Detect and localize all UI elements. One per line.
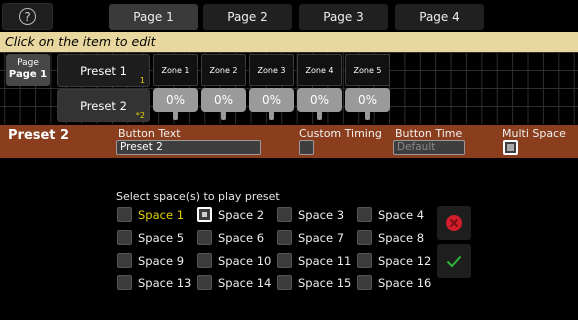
space-label: Space 6 (218, 230, 265, 245)
button-time-input[interactable]: Default (393, 140, 465, 155)
tab-page-2[interactable]: Page 2 (203, 4, 292, 30)
page-selector-button[interactable]: Page Page 1 (6, 54, 50, 86)
page-value: Page 1 (8, 69, 48, 80)
page-label: Page (17, 58, 39, 68)
space-label: Space 15 (298, 275, 352, 290)
space-label: Space 12 (378, 253, 432, 268)
zone-4-level[interactable]: 0% (297, 88, 342, 112)
preset-settings-bar (0, 125, 578, 158)
custom-timing-label: Custom Timing (299, 127, 382, 140)
preset-badge: *2 (135, 111, 145, 120)
space-label: Space 8 (378, 230, 425, 245)
space-label: Space 13 (138, 275, 192, 290)
space-item[interactable]: Space 12 (357, 253, 431, 268)
space-item[interactable]: Space 8 (357, 230, 424, 245)
zone-1-level[interactable]: 0% (153, 88, 198, 112)
zone-3-header[interactable]: Zone 3 (249, 54, 294, 86)
tab-page-4[interactable]: Page 4 (395, 4, 484, 30)
cancel-button[interactable] (437, 206, 471, 240)
space-label: Space 11 (298, 253, 352, 268)
multi-space-label: Multi Space (502, 127, 566, 140)
space-label: Space 10 (218, 253, 272, 268)
zone-4-header[interactable]: Zone 4 (297, 54, 342, 86)
cancel-icon (446, 215, 462, 231)
space-item[interactable]: Space 14 (197, 275, 271, 290)
checkmark-icon (446, 255, 462, 268)
space-label: Space 5 (138, 230, 185, 245)
button-text-input[interactable]: Preset 2 (116, 140, 261, 155)
space-checkbox[interactable] (117, 275, 132, 290)
preset-1-button[interactable]: Preset 1 1 (57, 54, 150, 87)
help-button[interactable]: ? (2, 3, 53, 30)
custom-timing-checkbox[interactable] (299, 140, 314, 155)
space-label: Space 14 (218, 275, 272, 290)
space-checkbox[interactable] (277, 253, 292, 268)
space-label: Space 9 (138, 253, 185, 268)
zone-pointer (269, 112, 274, 120)
space-checkbox[interactable] (357, 253, 372, 268)
space-checkbox[interactable] (117, 253, 132, 268)
space-label: Space 2 (218, 207, 265, 222)
space-label: Space 7 (298, 230, 345, 245)
tab-page-1[interactable]: Page 1 (109, 4, 198, 30)
space-item[interactable]: Space 7 (277, 230, 344, 245)
instruction-bar: Click on the item to edit (0, 32, 578, 52)
zone-pointer (365, 112, 370, 120)
space-item[interactable]: Space 11 (277, 253, 351, 268)
space-item[interactable]: Space 5 (117, 230, 184, 245)
space-item[interactable]: Space 13 (117, 275, 191, 290)
space-checkbox[interactable] (197, 253, 212, 268)
space-item[interactable]: Space 10 (197, 253, 271, 268)
space-item[interactable]: Space 1 (117, 207, 184, 222)
space-checkbox[interactable] (277, 275, 292, 290)
multi-space-checkbox[interactable] (503, 140, 518, 155)
zone-2-header[interactable]: Zone 2 (201, 54, 246, 86)
space-checkbox[interactable] (117, 230, 132, 245)
zone-2-level[interactable]: 0% (201, 88, 246, 112)
preset-2-button[interactable]: Preset 2 *2 (57, 89, 150, 122)
confirm-button[interactable] (437, 244, 471, 278)
selected-preset-title: Preset 2 (8, 128, 70, 143)
space-checkbox[interactable] (357, 275, 372, 290)
preset-label: Preset 1 (80, 63, 127, 78)
space-checkbox[interactable] (277, 230, 292, 245)
preset-badge: 1 (139, 76, 145, 85)
space-item[interactable]: Space 9 (117, 253, 184, 268)
space-label: Space 3 (298, 207, 345, 222)
space-item[interactable]: Space 6 (197, 230, 264, 245)
space-checkbox[interactable] (197, 207, 212, 222)
zone-1-header[interactable]: Zone 1 (153, 54, 198, 86)
space-item[interactable]: Space 15 (277, 275, 351, 290)
space-checkbox[interactable] (197, 230, 212, 245)
zone-3-level[interactable]: 0% (249, 88, 294, 112)
zone-5-header[interactable]: Zone 5 (345, 54, 390, 86)
spaces-heading: Select space(s) to play preset (116, 190, 280, 203)
space-item[interactable]: Space 2 (197, 207, 264, 222)
zone-pointer (317, 112, 322, 120)
zone-pointer (173, 112, 178, 120)
zone-pointer (221, 112, 226, 120)
preset-label: Preset 2 (80, 98, 127, 113)
space-checkbox[interactable] (357, 230, 372, 245)
space-checkbox[interactable] (197, 275, 212, 290)
button-text-label: Button Text (118, 127, 181, 140)
space-label: Space 16 (378, 275, 432, 290)
space-item[interactable]: Space 16 (357, 275, 431, 290)
space-checkbox[interactable] (357, 207, 372, 222)
button-time-label: Button Time (395, 127, 463, 140)
space-item[interactable]: Space 3 (277, 207, 344, 222)
tab-page-3[interactable]: Page 3 (299, 4, 388, 30)
space-checkbox[interactable] (277, 207, 292, 222)
space-checkbox[interactable] (117, 207, 132, 222)
question-circle-icon: ? (19, 8, 36, 25)
space-label: Space 4 (378, 207, 425, 222)
zone-5-level[interactable]: 0% (345, 88, 390, 112)
space-item[interactable]: Space 4 (357, 207, 424, 222)
space-label: Space 1 (138, 207, 185, 222)
